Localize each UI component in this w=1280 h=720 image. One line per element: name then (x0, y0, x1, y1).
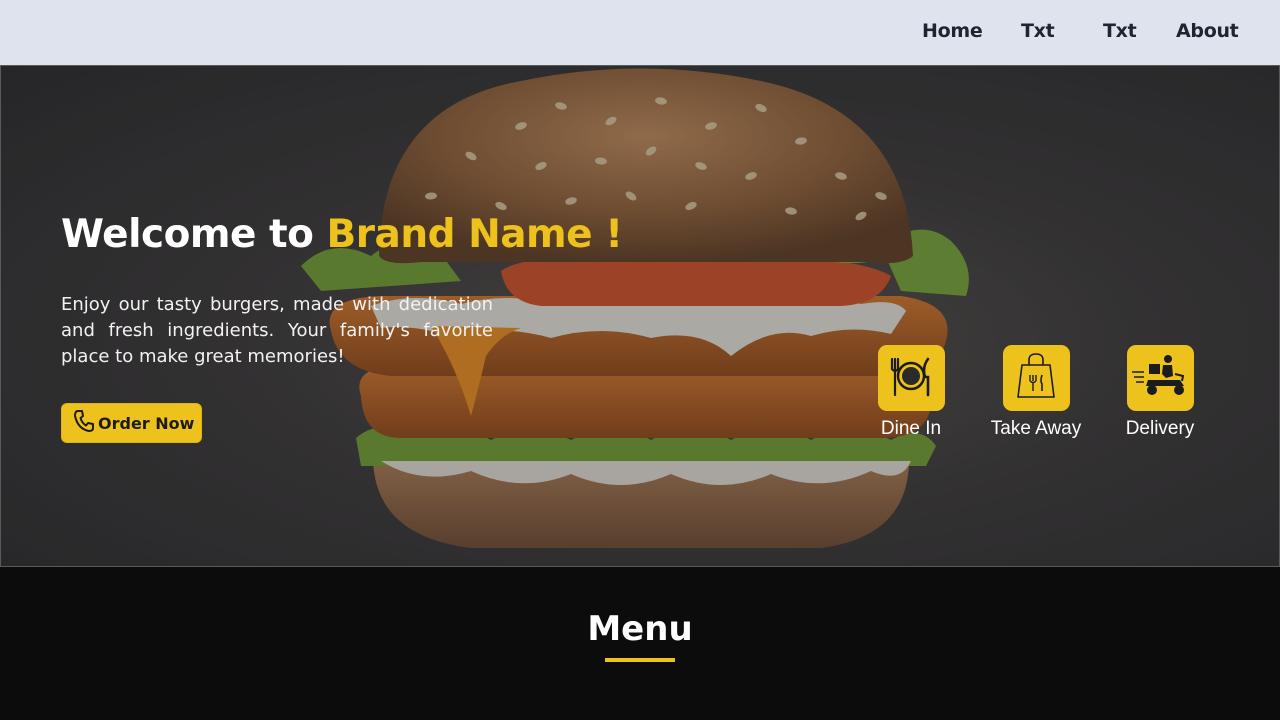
delivery-label: Delivery (1125, 418, 1195, 439)
delivery-scooter-icon (1130, 354, 1190, 403)
hero-title-prefix: Welcome to (61, 212, 327, 257)
nav-home-link[interactable]: Home (922, 20, 983, 42)
delivery-tile (1126, 345, 1194, 411)
brand-name: Brand Name ! (326, 212, 623, 257)
service-dine-in[interactable]: Dine In (856, 345, 966, 440)
shopping-bag-icon (1014, 351, 1058, 406)
hero-description: Enjoy our tasty burgers, made with dedic… (61, 294, 493, 367)
hero-section: Welcome to Brand Name ! Enjoy our tasty … (0, 65, 1280, 567)
take-away-label: Take Away (990, 418, 1082, 439)
nav-about-link[interactable]: About (1176, 20, 1239, 42)
service-take-away[interactable]: Take Away (981, 345, 1091, 440)
hero-title: Welcome to Brand Name ! (61, 212, 623, 257)
menu-heading-underline (605, 658, 675, 662)
order-now-button[interactable]: Order Now (61, 403, 202, 443)
menu-section: Menu (0, 567, 1280, 720)
dine-in-tile (877, 345, 945, 411)
order-now-label: Order Now (98, 413, 195, 433)
nav-txt-link-1[interactable]: Txt (1021, 20, 1055, 42)
phone-icon (74, 409, 94, 437)
dine-in-label: Dine In (880, 418, 942, 439)
take-away-tile (1002, 345, 1070, 411)
nav-txt-link-2[interactable]: Txt (1103, 20, 1137, 42)
service-delivery[interactable]: Delivery (1105, 345, 1215, 440)
plate-cutlery-icon (888, 353, 934, 404)
menu-heading: Menu (587, 609, 693, 649)
top-nav: Home Txt Txt About (0, 0, 1280, 65)
